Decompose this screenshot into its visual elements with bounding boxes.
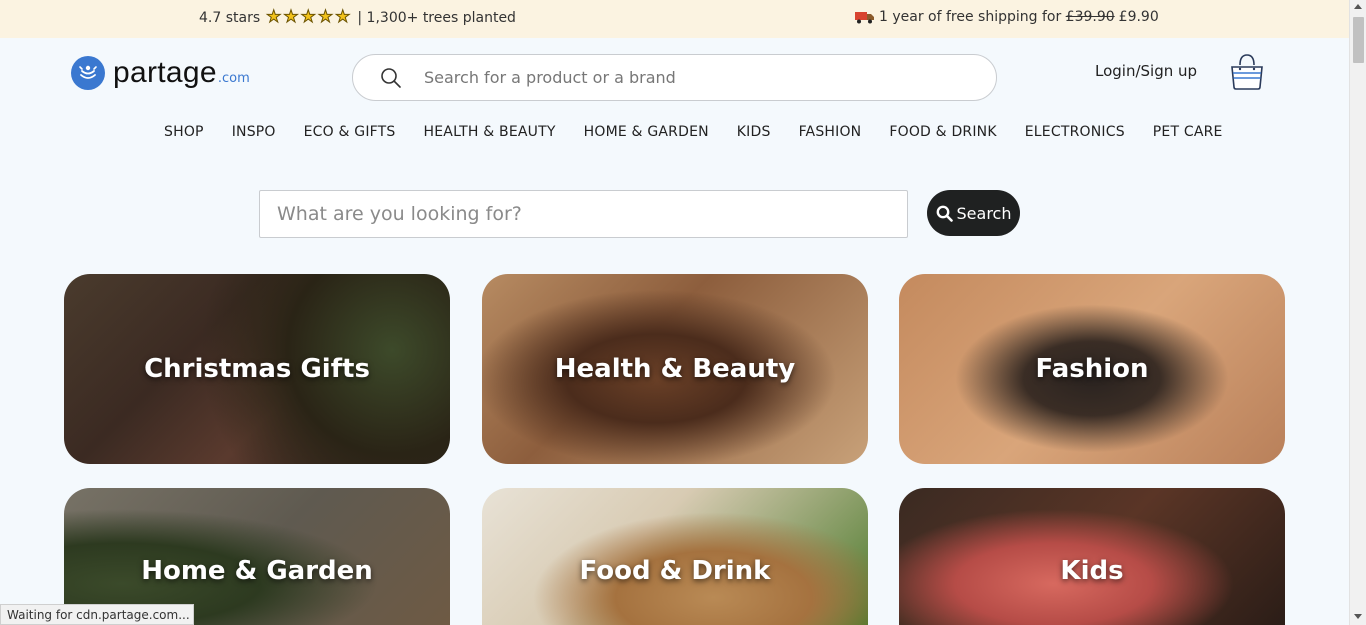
logo-suffix: .com bbox=[217, 70, 250, 86]
trees-planted-text: | 1,300+ trees planted bbox=[357, 9, 516, 26]
site-logo[interactable]: partage .com bbox=[71, 56, 250, 90]
nav-item-electronics[interactable]: ELECTRONICS bbox=[1025, 124, 1125, 140]
category-card-health-beauty[interactable]: Health & Beauty bbox=[482, 274, 868, 464]
category-card-kids[interactable]: Kids bbox=[899, 488, 1285, 625]
shipping-text: 1 year of free shipping for bbox=[879, 9, 1062, 25]
nav-item-shop[interactable]: SHOP bbox=[164, 124, 204, 140]
nav-item-fashion[interactable]: FASHION bbox=[799, 124, 862, 140]
header-search-box[interactable] bbox=[352, 54, 997, 101]
login-signup-link[interactable]: Login/Sign up bbox=[1095, 62, 1197, 80]
category-card-food-drink[interactable]: Food & Drink bbox=[482, 488, 868, 625]
scroll-up-arrow-icon[interactable] bbox=[1354, 4, 1362, 9]
delivery-truck-icon bbox=[855, 12, 874, 24]
nav-item-home-garden[interactable]: HOME & GARDEN bbox=[584, 124, 709, 140]
star-icon: ★ bbox=[335, 7, 351, 27]
nav-item-health-beauty[interactable]: HEALTH & BEAUTY bbox=[424, 124, 556, 140]
category-title: Fashion bbox=[1035, 354, 1149, 384]
category-title: Health & Beauty bbox=[554, 354, 796, 384]
main-search-box[interactable] bbox=[259, 190, 908, 238]
category-title: Food & Drink bbox=[579, 556, 771, 586]
search-button-label: Search bbox=[956, 203, 1012, 223]
category-title: Christmas Gifts bbox=[144, 354, 370, 384]
browser-status-bar: Waiting for cdn.partage.com... bbox=[0, 604, 194, 625]
star-icon: ★ bbox=[300, 7, 316, 27]
nav-item-kids[interactable]: KIDS bbox=[737, 124, 771, 140]
star-icon: ★ bbox=[317, 7, 334, 27]
shipping-offer: 1 year of free shipping for £39.90 £9.90 bbox=[855, 9, 1159, 25]
logo-wordmark: partage bbox=[113, 56, 217, 89]
category-title: Home & Garden bbox=[141, 556, 373, 586]
search-button[interactable]: Search bbox=[927, 190, 1020, 236]
category-card-fashion[interactable]: Fashion bbox=[899, 274, 1285, 464]
rating-summary: 4.7 stars ★ ★ ★ ★ ★ | 1,300+ trees plant… bbox=[199, 7, 516, 27]
new-price: £9.90 bbox=[1118, 9, 1159, 25]
nav-item-inspo[interactable]: INSPO bbox=[232, 124, 276, 140]
nav-item-food-drink[interactable]: FOOD & DRINK bbox=[889, 124, 996, 140]
promo-bar: 4.7 stars ★ ★ ★ ★ ★ | 1,300+ trees plant… bbox=[0, 0, 1349, 38]
logo-mark-icon bbox=[71, 56, 105, 90]
scroll-thumb[interactable] bbox=[1353, 17, 1364, 63]
main-navigation: SHOP INSPO ECO & GIFTS HEALTH & BEAUTY H… bbox=[164, 124, 1251, 140]
page-scrollbar[interactable] bbox=[1349, 0, 1366, 625]
scroll-down-arrow-icon[interactable] bbox=[1354, 614, 1362, 619]
rating-text: 4.7 stars bbox=[199, 9, 261, 26]
logo-symbol-icon bbox=[79, 65, 97, 79]
header-search-input[interactable] bbox=[424, 68, 944, 87]
nav-item-eco-gifts[interactable]: ECO & GIFTS bbox=[304, 124, 396, 140]
category-title: Kids bbox=[1060, 556, 1124, 586]
shopping-bag-icon[interactable] bbox=[1229, 53, 1265, 91]
search-icon[interactable] bbox=[380, 67, 402, 89]
search-icon bbox=[936, 205, 953, 222]
main-search-input[interactable] bbox=[260, 191, 907, 237]
nav-item-pet-care[interactable]: PET CARE bbox=[1153, 124, 1223, 140]
star-icon: ★ bbox=[283, 7, 299, 27]
rating-stars: ★ ★ ★ ★ ★ bbox=[266, 7, 352, 27]
star-icon: ★ bbox=[266, 7, 282, 27]
old-price: £39.90 bbox=[1065, 9, 1115, 25]
category-card-christmas-gifts[interactable]: Christmas Gifts bbox=[64, 274, 450, 464]
